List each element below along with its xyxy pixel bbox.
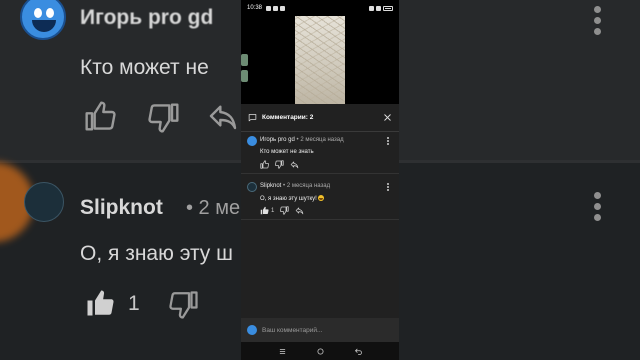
avatar: [247, 325, 257, 335]
avatar[interactable]: [247, 136, 257, 146]
comment-author[interactable]: Slipknot: [260, 183, 281, 189]
comment-meta: Игорь pro gd • 2 месяца назад: [260, 137, 344, 143]
notification-icon: [280, 5, 286, 11]
video-frame: [295, 16, 345, 104]
phone-screen: 10:38 Комментарии: 2 Игорь pro gd • 2 ме…: [241, 0, 399, 360]
comments-title: Комментарии: 2: [262, 114, 314, 121]
comment-input[interactable]: [262, 326, 393, 334]
system-icons: [369, 5, 393, 11]
comment-actions: [260, 160, 299, 169]
system-nav-bar: [241, 342, 399, 360]
reply-icon[interactable]: [290, 160, 299, 169]
status-bar: 10:38: [241, 0, 399, 16]
comments-panel: Комментарии: 2 Игорь pro gd • 2 месяца н…: [241, 104, 399, 342]
thumbs-up-icon[interactable]: [260, 160, 269, 169]
background-thumbs-down-icon-2: [169, 291, 198, 319]
background-kebab-2: [594, 192, 601, 225]
thumbs-down-icon[interactable]: [275, 160, 284, 169]
comment-divider: [241, 219, 399, 220]
kebab-menu-icon[interactable]: [386, 137, 390, 146]
video-side-thumb[interactable]: [241, 54, 248, 66]
comment-meta: Slipknot • 2 месяца назад: [260, 183, 330, 189]
recents-icon[interactable]: [278, 347, 287, 356]
close-icon[interactable]: [383, 113, 392, 122]
like-count: 1: [271, 207, 275, 214]
comment-text: Кто может не знать: [260, 149, 314, 155]
comment-time: 2 месяца назад: [300, 137, 344, 143]
status-time: 10:38: [247, 5, 263, 11]
comment-time: 2 месяца назад: [286, 183, 331, 189]
background-thumbs-up-icon: [85, 101, 116, 131]
back-icon[interactable]: [354, 347, 363, 356]
comment-bubble-icon: [248, 114, 257, 122]
background-avatar-2: [24, 182, 64, 222]
comment-author[interactable]: Игорь pro gd: [260, 137, 295, 143]
comment-text: О, я знаю эту шутку!: [260, 196, 317, 202]
thumbs-up-filled-icon[interactable]: [260, 206, 269, 215]
comment-text-row: О, я знаю эту шутку!: [260, 195, 324, 202]
comment-actions: 1: [260, 206, 304, 215]
background-author-2: Slipknot: [80, 196, 163, 219]
avatar[interactable]: [247, 182, 257, 192]
notification-icon: [273, 5, 279, 11]
thumbs-down-icon[interactable]: [280, 206, 289, 215]
background-reply-icon: [209, 105, 237, 130]
notification-icon: [266, 5, 272, 11]
background-author-1: Игорь pro gd: [80, 6, 214, 29]
comment-divider: [241, 173, 399, 174]
background-thumbs-down-icon: [148, 103, 179, 133]
background-thumbs-up-filled-icon: [87, 290, 114, 316]
home-icon[interactable]: [316, 347, 325, 356]
background-text-2: О, я знаю эту ш: [80, 242, 233, 265]
background-like-count: 1: [128, 292, 140, 315]
reply-icon[interactable]: [295, 206, 304, 215]
video-player[interactable]: [241, 16, 399, 104]
meta-separator: •: [296, 137, 299, 143]
comment-input-bar: [241, 318, 399, 342]
notification-icons: [266, 5, 286, 11]
meta-separator: •: [283, 183, 286, 189]
grinning-emoji-icon: [317, 195, 324, 201]
comments-header: Комментарии: 2: [241, 104, 399, 132]
kebab-menu-icon[interactable]: [386, 183, 390, 192]
background-text-1: Кто может не: [80, 56, 209, 79]
wifi-icon: [376, 5, 381, 11]
background-kebab-1: [594, 6, 601, 39]
battery-icon: [383, 5, 393, 11]
signal-icon: [369, 5, 374, 11]
video-side-thumb[interactable]: [241, 70, 248, 82]
